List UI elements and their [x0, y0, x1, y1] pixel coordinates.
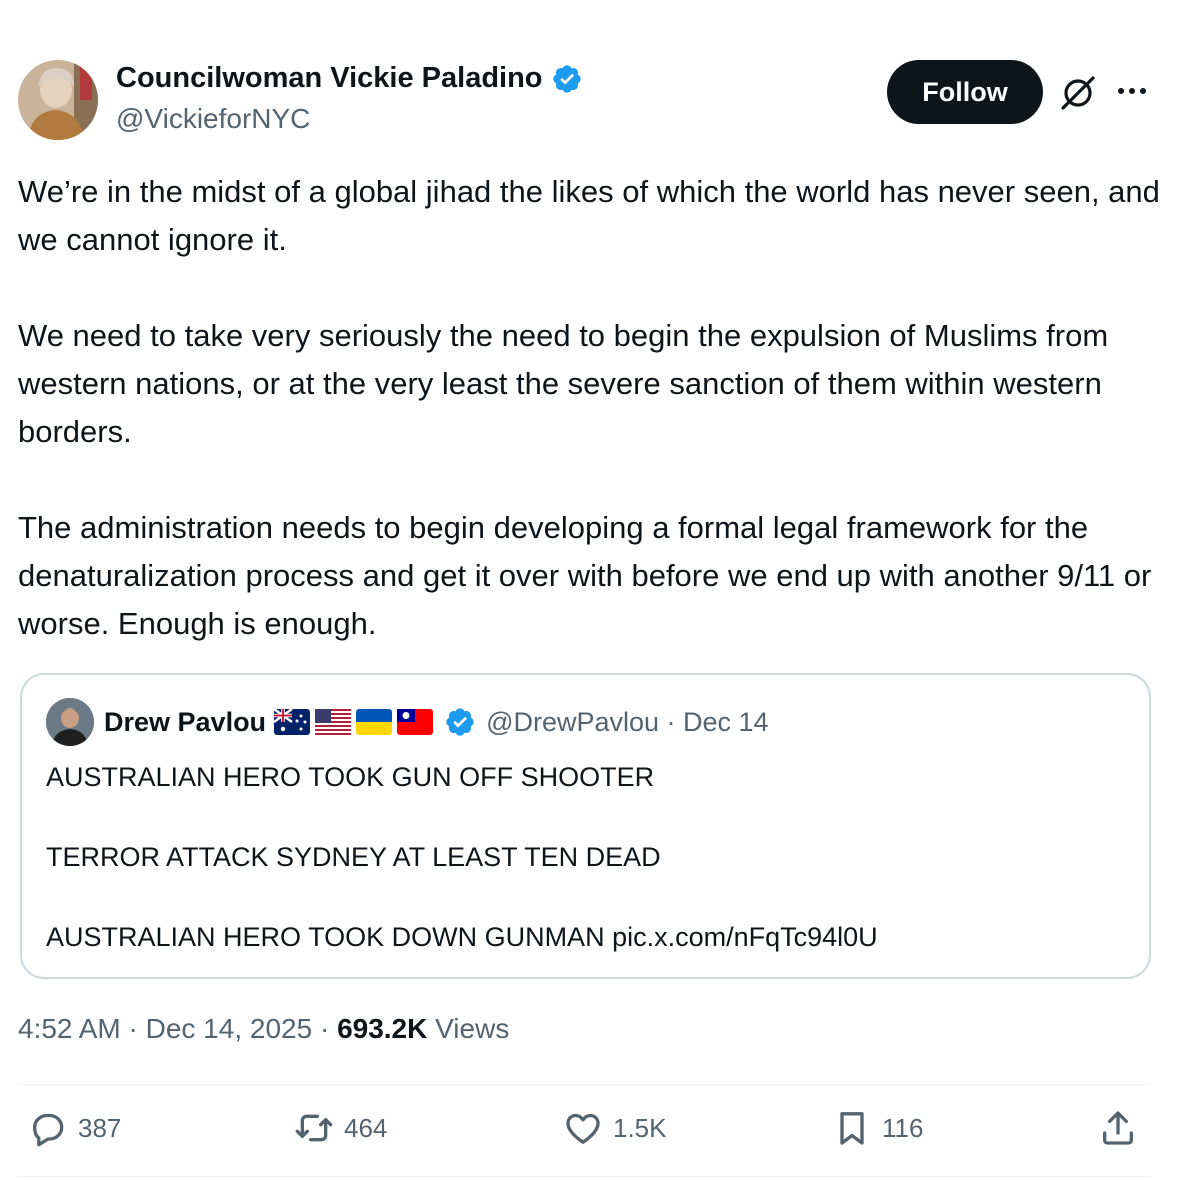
like-button[interactable]: 1.5K [563, 1108, 667, 1148]
ukraine-flag-icon [356, 709, 393, 735]
share-icon [1103, 1111, 1133, 1145]
repost-button[interactable]: 464 [294, 1108, 387, 1148]
author-avatar[interactable] [18, 60, 98, 140]
verified-badge-icon [446, 708, 474, 736]
author-name[interactable]: Councilwoman Vickie Paladino [116, 62, 543, 95]
quoted-post-text: AUSTRALIAN HERO TOOK GUN OFF SHOOTER TER… [46, 757, 878, 957]
post-timestamp[interactable]: 4:52 AM · Dec 14, 2025 · [18, 1013, 337, 1044]
post-paragraph: We’re in the midst of a global jihad the… [18, 174, 1160, 257]
share-button[interactable] [1098, 1108, 1138, 1148]
quoted-line: AUSTRALIAN HERO TOOK GUN OFF SHOOTER [46, 762, 655, 792]
author-handle[interactable]: @VickieforNYC [116, 103, 583, 135]
like-count: 1.5K [613, 1112, 667, 1143]
bookmark-count: 116 [882, 1112, 924, 1143]
australia-flag-icon [274, 709, 311, 735]
views-label: Views [427, 1013, 510, 1044]
usa-flag-icon [315, 709, 352, 735]
like-icon [566, 1113, 600, 1144]
more-icon[interactable] [1114, 76, 1150, 106]
grok-icon[interactable] [1059, 74, 1097, 112]
divider [18, 1084, 1150, 1085]
bookmark-icon [840, 1112, 864, 1145]
post-meta: 4:52 AM · Dec 14, 2025 · 693.2K Views [18, 1013, 509, 1045]
quoted-author-handle-date: @DrewPavlou · Dec 14 [486, 706, 769, 737]
reply-button[interactable]: 387 [28, 1108, 121, 1148]
repost-count: 464 [344, 1112, 388, 1143]
views-count: 693.2K [337, 1013, 428, 1044]
divider [18, 1176, 1150, 1177]
post-paragraph: We need to take very seriously the need … [18, 318, 1109, 449]
post-paragraph: The administration needs to begin develo… [18, 510, 1152, 641]
quoted-post[interactable]: Drew Pavlou @DrewPavlou · Dec 14 AUSTRAL… [20, 673, 1151, 979]
quoted-author-name: Drew Pavlou [104, 706, 267, 737]
bookmark-button[interactable]: 116 [832, 1108, 923, 1148]
repost-icon [295, 1114, 333, 1142]
reply-icon [33, 1113, 64, 1147]
post-text: We’re in the midst of a global jihad the… [18, 168, 1168, 648]
quoted-line: AUSTRALIAN HERO TOOK DOWN GUNMAN pic.x.c… [46, 922, 878, 952]
quoted-author-avatar [46, 698, 94, 746]
quoted-line: TERROR ATTACK SYDNEY AT LEAST TEN DEAD [46, 842, 661, 872]
quoted-post-header: Drew Pavlou @DrewPavlou · Dec 14 [46, 697, 769, 747]
reply-count: 387 [78, 1112, 122, 1143]
verified-badge-icon [552, 64, 581, 93]
taiwan-flag-icon [397, 709, 434, 735]
post-header: Councilwoman Vickie Paladino @VickieforN… [18, 58, 1168, 142]
action-bar: 387 464 1.5K 116 [0, 1108, 1190, 1158]
follow-button[interactable]: Follow [887, 60, 1043, 124]
author-info: Councilwoman Vickie Paladino @VickieforN… [116, 62, 583, 135]
